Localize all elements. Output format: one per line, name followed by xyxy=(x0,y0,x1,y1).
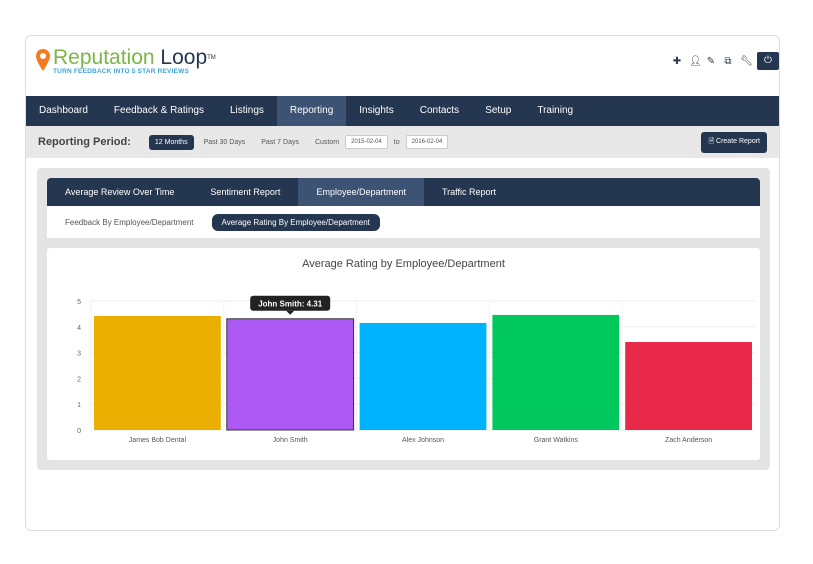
y-tick-label: 0 xyxy=(77,428,81,435)
reporting-period-bar: Reporting Period: 12 Months Past 30 Days… xyxy=(26,126,779,158)
x-tick-label: Zach Anderson xyxy=(665,437,712,444)
edit-icon[interactable]: ✎ xyxy=(706,56,716,67)
y-tick-label: 4 xyxy=(77,325,81,332)
y-tick-label: 5 xyxy=(77,299,81,306)
nav-setup[interactable]: Setup xyxy=(472,96,524,126)
create-report-button[interactable]: 🗎︎ Create Report xyxy=(701,131,767,153)
logo[interactable]: Reputation LoopTM TURN FEEDBACK INTO 5 S… xyxy=(36,46,216,75)
tab-average-review-over-time[interactable]: Average Review Over Time xyxy=(47,178,192,206)
to-label: to xyxy=(393,138,400,146)
period-30-days[interactable]: Past 30 Days xyxy=(204,139,246,146)
y-tick-label: 3 xyxy=(77,351,81,358)
brand-name: Reputation xyxy=(53,46,155,69)
subtabs: Feedback By Employee/Department Average … xyxy=(47,206,760,238)
x-tick-label: James Bob Dental xyxy=(129,437,187,444)
custom-label: Custom xyxy=(314,138,340,146)
nav-feedback-ratings[interactable]: Feedback & Ratings xyxy=(101,96,217,126)
power-icon[interactable]: ⏻ xyxy=(757,52,779,70)
report-tabs: Average Review Over Time Sentiment Report… xyxy=(47,178,760,206)
external-link-icon[interactable]: ⧉ xyxy=(723,56,733,67)
bar-chart-svg: 0 1 2 3 4 5 James Bob Dental John Smith Alex Joh… xyxy=(77,295,755,444)
tab-sentiment-report[interactable]: Sentiment Report xyxy=(192,178,298,206)
map-pin-icon xyxy=(36,49,50,71)
plus-icon[interactable]: ✚ xyxy=(672,56,682,67)
to-date-input[interactable]: 2016-02-04 xyxy=(405,135,449,149)
nav-listings[interactable]: Listings xyxy=(217,96,277,126)
bar[interactable] xyxy=(359,322,487,430)
period-label: Reporting Period: xyxy=(38,136,131,148)
bar[interactable] xyxy=(94,315,221,430)
period-12-months[interactable]: 12 Months xyxy=(148,134,194,150)
app-window: Reputation LoopTM TURN FEEDBACK INTO 5 S… xyxy=(25,35,780,531)
subtab-feedback[interactable]: Feedback By Employee/Department xyxy=(65,218,194,227)
report-panel: Average Review Over Time Sentiment Report… xyxy=(37,168,770,470)
create-report-label: Create Report xyxy=(716,137,760,145)
period-7-days[interactable]: Past 7 Days xyxy=(261,139,299,146)
subtab-average-rating[interactable]: Average Rating By Employee/Department xyxy=(211,213,380,231)
nav-contacts[interactable]: Contacts xyxy=(407,96,472,126)
y-tick-label: 1 xyxy=(77,402,81,409)
tab-employee-department[interactable]: Employee/Department xyxy=(298,178,424,206)
bar[interactable] xyxy=(226,318,355,431)
x-tick-label: John Smith xyxy=(273,437,308,444)
brand-name-2: Loop xyxy=(160,46,208,69)
x-tick-label: Grant Watkins xyxy=(534,437,579,444)
bar[interactable] xyxy=(492,314,620,430)
nav-reporting[interactable]: Reporting xyxy=(276,96,347,126)
trademark: TM xyxy=(207,55,216,61)
tab-traffic-report[interactable]: Traffic Report xyxy=(424,178,514,206)
main-nav: Dashboard Feedback & Ratings Listings Repor… xyxy=(26,96,779,126)
header: Reputation LoopTM TURN FEEDBACK INTO 5 S… xyxy=(26,36,779,96)
nav-training[interactable]: Training xyxy=(524,96,586,126)
chart: Average Rating by Employee/Department 01… xyxy=(47,248,760,460)
user-icon[interactable]: 👤︎ xyxy=(689,56,702,67)
nav-dashboard[interactable]: Dashboard xyxy=(26,96,101,126)
from-date-input[interactable]: 2015-02-04 xyxy=(345,135,388,149)
y-tick-label: 2 xyxy=(77,376,81,383)
x-tick-label: Alex Johnson xyxy=(402,437,444,444)
wrench-icon[interactable]: 🔧︎ xyxy=(740,56,753,67)
tooltip-text: John Smith: 4.31 xyxy=(258,299,323,308)
tooltip-arrow xyxy=(286,310,295,315)
bar[interactable] xyxy=(625,342,752,430)
nav-insights[interactable]: Insights xyxy=(346,96,406,126)
